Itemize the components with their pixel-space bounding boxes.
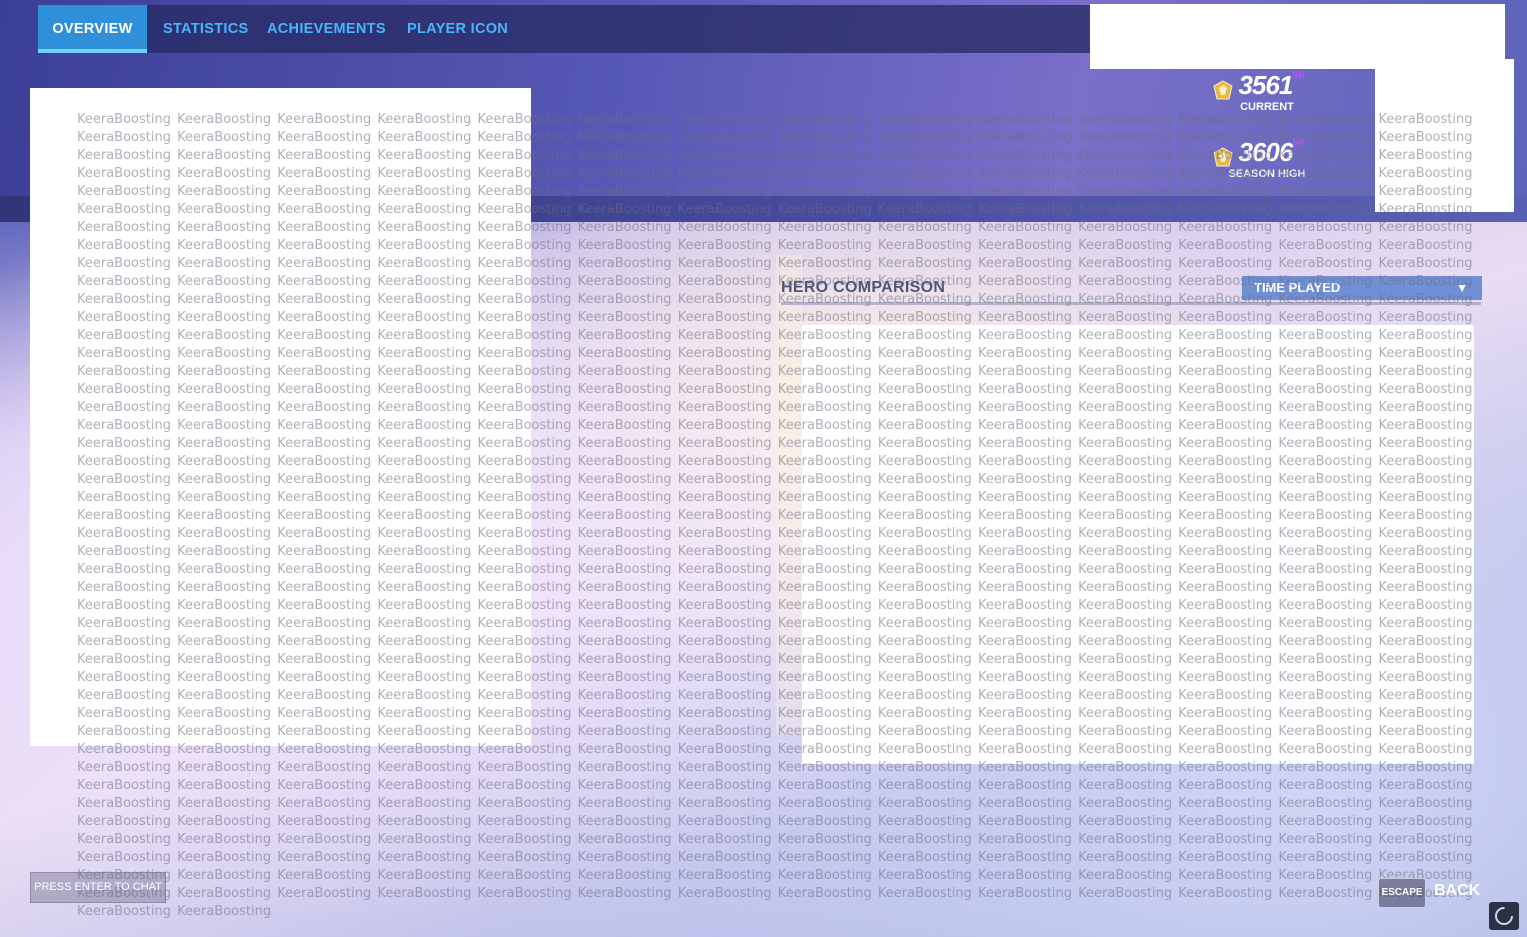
press-enter-to-chat-button[interactable]: PRESS ENTER TO CHAT <box>30 872 166 903</box>
season-high-sr-value: 3606 <box>1238 137 1293 167</box>
redacted-player-portrait <box>1375 59 1514 212</box>
escape-key-button[interactable]: ESCAPE <box>1378 878 1426 908</box>
loading-spinner-icon <box>1489 902 1519 930</box>
season-high-label: SEASON HIGH <box>1228 168 1306 180</box>
current-rank: 3561SR CURRENT <box>1212 70 1322 113</box>
tab-statistics[interactable]: STATISTICS <box>163 5 248 53</box>
tab-bar: OVERVIEW STATISTICS ACHIEVEMENTS PLAYER … <box>38 5 1093 53</box>
tab-player-icon[interactable]: PLAYER ICON <box>407 5 508 53</box>
tab-achievements[interactable]: ACHIEVEMENTS <box>267 5 386 53</box>
season-high-sr-suffix: SR <box>1292 137 1305 147</box>
hero-comparison-title: HERO COMPARISON <box>781 279 946 296</box>
hero-comparison-divider <box>781 302 1481 305</box>
redacted-left-panel <box>30 88 531 746</box>
redacted-hero-list <box>802 325 1474 764</box>
current-rank-label: CURRENT <box>1240 101 1294 113</box>
back-button[interactable]: BACK <box>1434 882 1480 900</box>
hero-comparison-dropdown[interactable]: TIME PLAYED ▼ <box>1242 276 1482 300</box>
master-rank-badge-icon <box>1212 79 1234 101</box>
chevron-down-icon: ▼ <box>1456 281 1468 295</box>
master-rank-badge-icon <box>1212 146 1234 168</box>
tab-overview[interactable]: OVERVIEW <box>38 5 147 53</box>
season-high-rank: 3606SR SEASON HIGH <box>1212 137 1322 180</box>
dropdown-selected-value: TIME PLAYED <box>1254 280 1341 295</box>
hero-comparison-panel <box>776 255 802 735</box>
current-sr-suffix: SR <box>1292 70 1305 80</box>
current-sr-value: 3561 <box>1238 70 1293 100</box>
